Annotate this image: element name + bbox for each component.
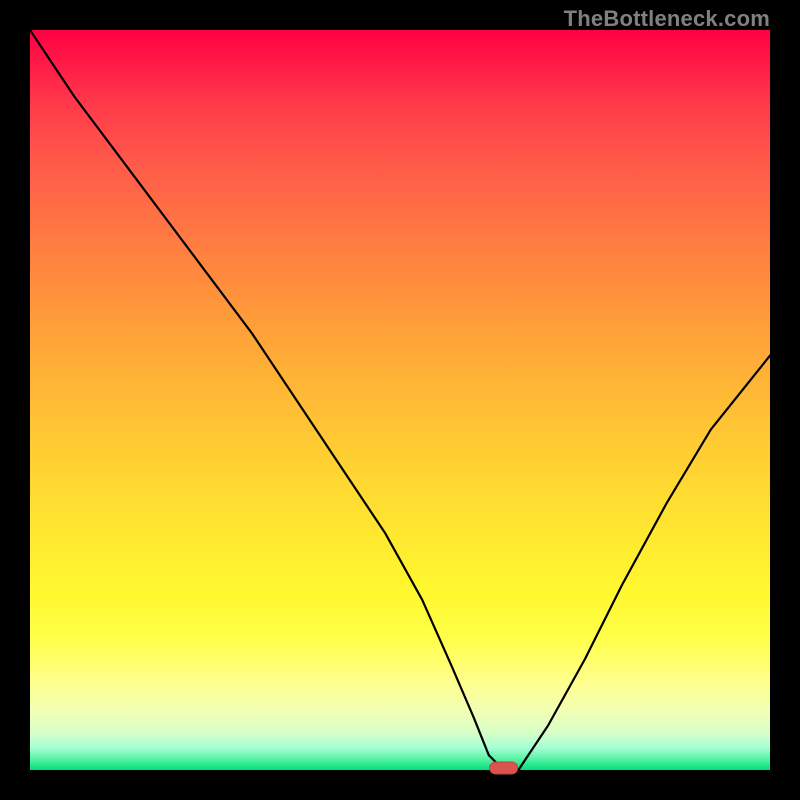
watermark-text: TheBottleneck.com <box>564 6 770 32</box>
bottleneck-curve <box>30 30 770 770</box>
chart-frame: TheBottleneck.com <box>0 0 800 800</box>
chart-overlay <box>30 30 770 770</box>
optimal-point-marker <box>490 762 518 774</box>
